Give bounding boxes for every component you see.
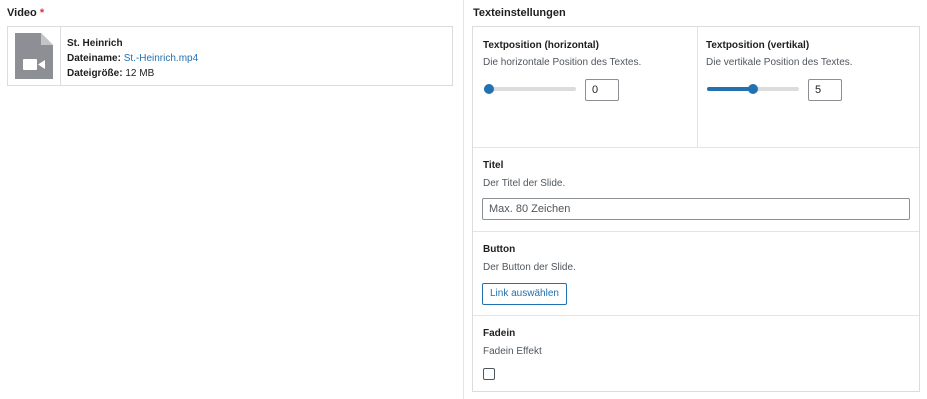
required-marker: *: [39, 7, 45, 19]
video-filename-row: Dateiname: St.-Heinrich.mp4: [67, 51, 198, 66]
fadein-checkbox[interactable]: [483, 368, 495, 380]
horizontal-position-description: Die horizontale Position des Textes.: [483, 57, 642, 68]
button-field-title: Button: [483, 244, 516, 255]
row-separator: [473, 315, 919, 316]
select-link-button[interactable]: Link auswählen: [482, 283, 567, 305]
video-thumbnail: [8, 27, 61, 85]
slider-track: [484, 87, 576, 91]
video-title: St. Heinrich: [67, 38, 123, 49]
vertical-position-title: Textposition (vertikal): [706, 40, 810, 51]
button-field-description: Der Button der Slide.: [483, 262, 576, 273]
column-separator: [697, 27, 698, 147]
text-settings-panel: Textposition (horizontal) Die horizontal…: [472, 26, 920, 392]
video-file-icon: [15, 33, 53, 79]
slider-thumb[interactable]: [484, 84, 494, 94]
filename-label: Dateiname:: [67, 53, 121, 64]
vertical-position-input[interactable]: 5: [808, 79, 842, 101]
slider-fill: [707, 87, 753, 91]
vertical-position-description: Die vertikale Position des Textes.: [706, 57, 853, 68]
row-separator: [473, 231, 919, 232]
title-input[interactable]: Max. 80 Zeichen: [482, 198, 910, 220]
horizontal-position-slider[interactable]: [484, 79, 576, 99]
title-field-title: Titel: [483, 160, 504, 171]
filename-link[interactable]: St.-Heinrich.mp4: [124, 53, 198, 64]
fadein-field-description: Fadein Effekt: [483, 346, 542, 357]
video-label: Video *: [7, 7, 44, 19]
fadein-field-title: Fadein: [483, 328, 516, 339]
video-info: St. Heinrich Dateiname: St.-Heinrich.mp4…: [67, 36, 198, 81]
video-label-text: Video: [7, 7, 37, 19]
video-card[interactable]: St. Heinrich Dateiname: St.-Heinrich.mp4…: [7, 26, 453, 86]
vertical-position-slider[interactable]: [707, 79, 799, 99]
text-settings-label: Texteinstellungen: [473, 7, 566, 19]
row-separator: [473, 147, 919, 148]
column-divider: [463, 0, 464, 399]
horizontal-position-input[interactable]: 0: [585, 79, 619, 101]
slider-thumb[interactable]: [748, 84, 758, 94]
filesize-label: Dateigröße:: [67, 68, 123, 79]
title-field-description: Der Titel der Slide.: [483, 178, 566, 189]
filesize-value: 12 MB: [125, 68, 155, 79]
video-filesize-row: Dateigröße: 12 MB: [67, 66, 198, 81]
horizontal-position-title: Textposition (horizontal): [483, 40, 599, 51]
